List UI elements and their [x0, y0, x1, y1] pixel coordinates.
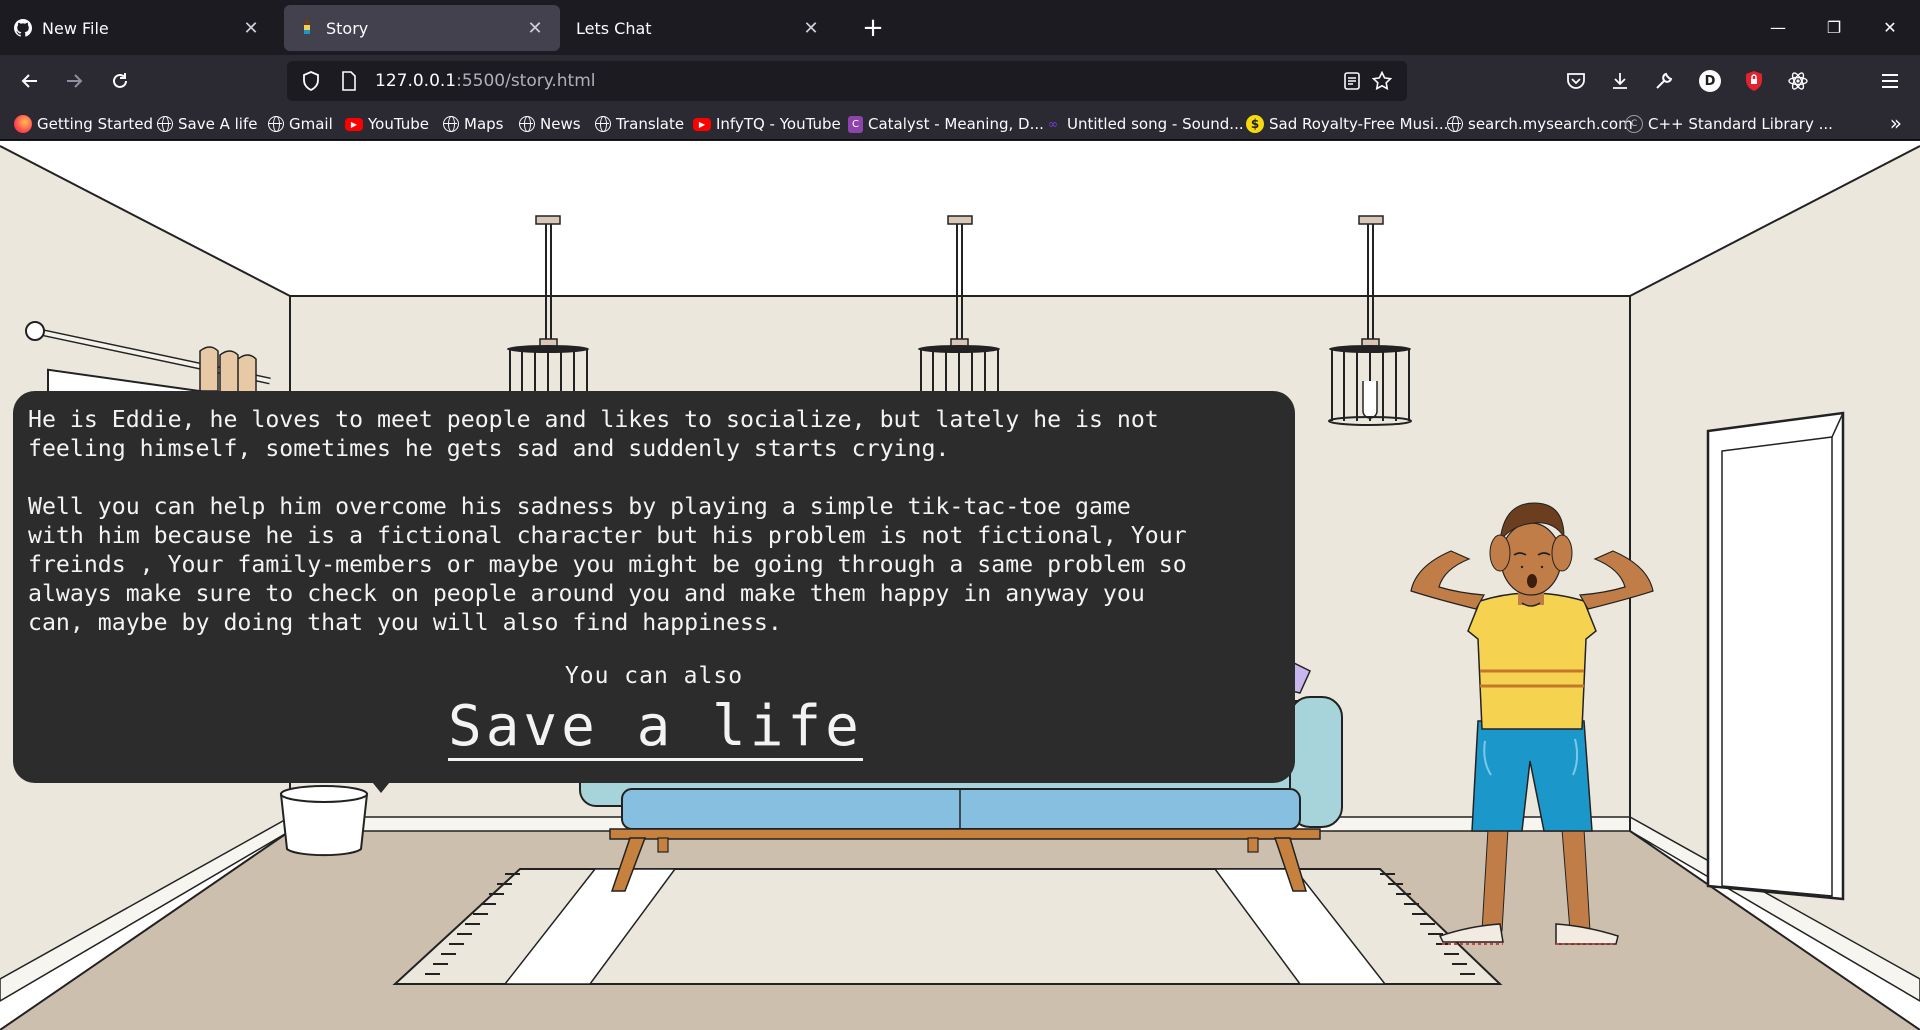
bookmarks-toolbar: Getting Started Save A life Gmail ▶ YouT…: [0, 107, 1920, 140]
downloads-icon[interactable]: [1604, 65, 1636, 97]
reload-icon[interactable]: [102, 63, 138, 99]
tab-new-file[interactable]: New File ✕: [0, 5, 276, 51]
story-text-line: with him because he is a fictional chara…: [28, 522, 1187, 549]
catalyst-icon: C: [848, 115, 863, 133]
bookmark-translate[interactable]: Translate: [595, 112, 684, 136]
tab-title: Lets Chat: [576, 18, 652, 38]
bookmark-save-a-life[interactable]: Save A life: [157, 112, 257, 136]
you-can-also-label: You can also: [564, 663, 744, 689]
save-a-life-link[interactable]: Save a life: [448, 696, 863, 761]
story-text-line: feeling himself, sometimes he gets sad a…: [28, 435, 950, 462]
new-tab-plus-icon[interactable]: +: [857, 12, 889, 44]
reader-view-icon[interactable]: [1340, 69, 1364, 93]
bookmarks-overflow-chevron-icon[interactable]: »: [1890, 111, 1902, 135]
page-info-icon[interactable]: [337, 69, 361, 93]
minimize-icon[interactable]: —: [1756, 8, 1800, 46]
close-tab-icon[interactable]: ✕: [800, 17, 822, 39]
bookmark-mysearch[interactable]: search.mysearch.com: [1447, 112, 1633, 136]
globe-icon: [443, 116, 459, 132]
story-text-line: freinds , Your family-members or maybe y…: [28, 551, 1187, 578]
navigation-toolbar: 127.0.0.1:5500/story.html D: [0, 55, 1920, 107]
dollar-icon: $: [1246, 115, 1264, 133]
bookmark-news[interactable]: News: [519, 112, 581, 136]
person-favicon-icon: [298, 19, 316, 37]
page-content: He is Eddie, he loves to meet people and…: [0, 141, 1920, 1030]
github-icon: [14, 19, 32, 37]
url-text: 127.0.0.1:5500/story.html: [375, 71, 596, 91]
globe-icon: [1447, 116, 1463, 132]
tab-lets-chat[interactable]: Lets Chat ✕: [560, 5, 836, 51]
tab-story[interactable]: Story ✕: [284, 5, 560, 51]
address-bar[interactable]: 127.0.0.1:5500/story.html: [287, 61, 1407, 101]
story-text-line: always make sure to check on people arou…: [28, 580, 1145, 607]
speech-bubble-tail: [368, 777, 394, 793]
bookmark-untitled-song[interactable]: ∞ Untitled song - Sound...: [1044, 112, 1244, 136]
tab-title: New File: [42, 18, 109, 38]
story-text-line: He is Eddie, he loves to meet people and…: [28, 406, 1159, 433]
bookmark-infytq-youtube[interactable]: ▶ InfyTQ - YouTube: [693, 112, 841, 136]
ublock-shield-icon[interactable]: [1738, 65, 1770, 97]
story-text-line: Well you can help him overcome his sadne…: [28, 493, 1131, 520]
bookmark-getting-started[interactable]: Getting Started: [14, 112, 153, 136]
bookmark-cpp-standard-library[interactable]: C C++ Standard Library ...: [1625, 112, 1833, 136]
back-arrow-icon[interactable]: [12, 63, 48, 99]
close-tab-icon[interactable]: ✕: [524, 17, 546, 39]
story-text-line: can, maybe by doing that you will also f…: [28, 609, 782, 636]
bookmark-youtube[interactable]: ▶ YouTube: [345, 112, 429, 136]
bookmark-maps[interactable]: Maps: [443, 112, 503, 136]
bookmark-star-icon[interactable]: [1370, 69, 1394, 93]
youtube-icon: ▶: [345, 117, 363, 131]
globe-icon: [519, 116, 535, 132]
story-speech-bubble: He is Eddie, he loves to meet people and…: [13, 391, 1295, 793]
rug: [392, 868, 1503, 985]
cpp-icon: C: [1625, 115, 1643, 133]
globe-icon: [268, 116, 284, 132]
hamburger-menu-icon[interactable]: [1874, 65, 1906, 97]
youtube-icon: ▶: [693, 117, 711, 131]
bookmark-gmail[interactable]: Gmail: [268, 112, 333, 136]
globe-icon: [157, 116, 173, 132]
react-devtools-icon[interactable]: [1782, 65, 1814, 97]
tab-title: Story: [326, 18, 369, 38]
shield-icon[interactable]: [299, 69, 323, 93]
restore-icon[interactable]: ❐: [1812, 8, 1856, 46]
firefox-icon: [14, 115, 32, 133]
tab-strip: New File ✕ Story ✕ Lets Chat ✕ + — ❐ ✕: [0, 0, 1920, 55]
forward-arrow-icon[interactable]: [56, 63, 92, 99]
pocket-icon[interactable]: [1560, 65, 1592, 97]
wrench-icon[interactable]: [1648, 65, 1680, 97]
door: [1706, 411, 1845, 901]
globe-icon: [595, 116, 611, 132]
window-close-icon[interactable]: ✕: [1868, 8, 1912, 46]
close-tab-icon[interactable]: ✕: [240, 17, 262, 39]
account-avatar-icon[interactable]: D: [1694, 65, 1726, 97]
bookmark-catalyst[interactable]: C Catalyst - Meaning, D...: [848, 112, 1044, 136]
soundtrap-icon: ∞: [1048, 117, 1058, 131]
bookmark-sad-royalty-free-music[interactable]: $ Sad Royalty-Free Musi...: [1246, 112, 1448, 136]
